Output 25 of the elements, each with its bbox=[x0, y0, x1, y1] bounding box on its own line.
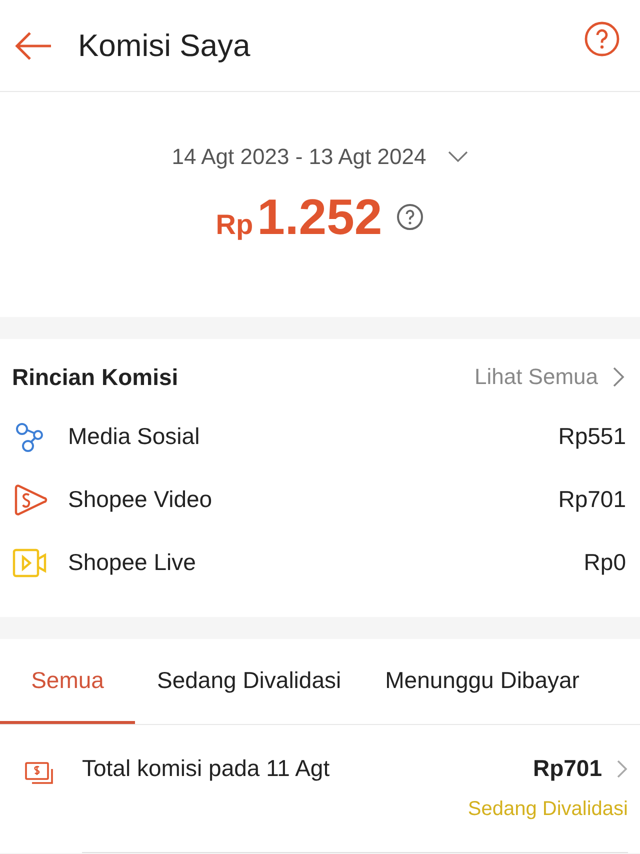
entry-label: Total komisi pada 11 Agt bbox=[82, 755, 331, 782]
video-camera-icon bbox=[12, 546, 48, 578]
chevron-right-icon[interactable] bbox=[616, 758, 628, 778]
channel-amount: Rp551 bbox=[558, 423, 626, 450]
currency-label: Rp bbox=[216, 209, 254, 241]
date-range[interactable]: 14 Agt 2023 - 13 Agt 2024 bbox=[172, 144, 426, 170]
section-title: Rincian Komisi bbox=[12, 364, 180, 390]
channel-amount: Rp701 bbox=[558, 486, 626, 513]
status-tab[interactable]: Menunggu Dibayar bbox=[363, 639, 602, 724]
page-title: Komisi Saya bbox=[78, 28, 252, 64]
entry-amount: Rp701 bbox=[532, 755, 602, 782]
channel-amount: Rp0 bbox=[584, 549, 626, 576]
channel-label: Shopee Live bbox=[68, 549, 197, 576]
total-commission: 1.252 bbox=[257, 188, 382, 246]
channel-label: Media Sosial bbox=[68, 423, 201, 450]
see-all-link[interactable]: Lihat Semua bbox=[474, 364, 598, 390]
status-label: Sedang Divalidasi bbox=[468, 798, 628, 821]
help-icon[interactable] bbox=[396, 203, 424, 231]
play-s-icon bbox=[12, 484, 48, 516]
back-icon[interactable] bbox=[14, 30, 54, 62]
help-icon[interactable] bbox=[584, 20, 620, 56]
channel-label: Shopee Video bbox=[68, 486, 214, 513]
chevron-down-icon[interactable] bbox=[448, 151, 468, 163]
status-tab[interactable]: Sedang Divalidasi bbox=[135, 639, 364, 724]
chevron-right-icon[interactable] bbox=[612, 366, 626, 388]
